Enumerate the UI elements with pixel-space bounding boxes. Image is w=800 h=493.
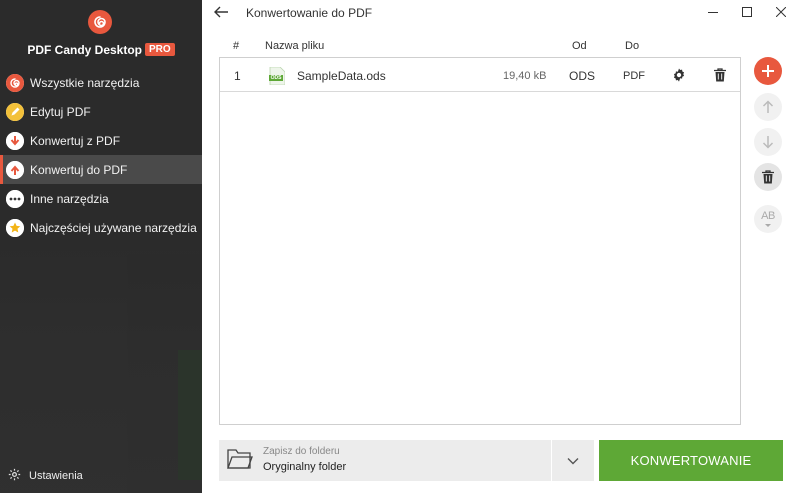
convert-button[interactable]: KONWERTOWANIE [599,440,783,481]
main-panel: Konwertowanie do PDF # Nazwa pliku Od Do… [202,0,800,493]
arrow-down-icon [6,131,24,150]
file-list: 1 ODS SampleData.ods 19,40 kB ODS PDF [219,57,741,425]
ods-file-icon: ODS [269,66,286,86]
sidebar-item-label: Najczęściej używane narzędzia [30,220,197,235]
settings-button[interactable]: Ustawienia [8,468,83,484]
sidebar-item-label: Konwertuj do PDF [30,162,128,177]
arrow-up-icon [6,160,24,179]
sidebar-item-convert-from-pdf[interactable]: Konwertuj z PDF [0,126,202,155]
sidebar-item-label: Inne narzędzia [30,191,109,206]
folder-icon [227,448,253,473]
gear-icon [8,468,21,484]
move-up-button[interactable] [754,93,782,121]
arrow-left-icon [214,6,228,18]
sidebar-item-edit-pdf[interactable]: Edytuj PDF [0,97,202,126]
trash-icon[interactable] [714,68,726,85]
row-number: 1 [234,69,241,83]
output-folder-selector[interactable]: Zapisz do folderu Oryginalny folder [219,440,551,481]
file-format-from: ODS [569,69,596,83]
sidebar-item-label: Wszystkie narzędzia [30,75,140,90]
chevron-down-icon [567,457,579,464]
sidebar-item-label: Konwertuj z PDF [30,133,121,148]
sidebar-item-most-used[interactable]: Najczęściej używane narzędzia [0,213,202,242]
gear-icon[interactable] [672,68,686,85]
output-folder-caption: Zapisz do folderu [263,446,340,457]
titlebar: Konwertowanie do PDF [202,0,800,26]
sidebar-item-other-tools[interactable]: Inne narzędzia [0,184,202,213]
output-folder-dropdown[interactable] [552,440,594,481]
add-icon [762,65,774,77]
sidebar-nav: Wszystkie narzędzia Edytuj PDF Konwertuj… [0,68,202,242]
column-header-filename: Nazwa pliku [265,40,325,52]
sidebar: PDF Candy Desktop PRO Wszystkie narzędzia… [0,0,202,493]
star-icon [6,218,24,237]
rename-icon: AB [761,210,775,222]
table-row[interactable]: 1 ODS SampleData.ods 19,40 kB ODS PDF [220,58,740,92]
caret-icon [765,224,771,227]
dots-icon [6,189,24,208]
spiral-icon [6,73,24,92]
arrow-up-icon [762,100,774,113]
column-header-number: # [233,40,240,52]
close-icon [776,7,786,17]
app-logo-icon [88,10,112,34]
page-title: Konwertowanie do PDF [246,6,373,20]
app-name: PDF Candy Desktop [27,42,142,57]
minimize-icon [708,12,718,13]
trash-icon [762,170,774,184]
settings-label: Ustawienia [29,470,83,482]
pencil-icon [6,102,24,121]
app-title: PDF Candy Desktop PRO [0,42,202,57]
back-button[interactable] [212,4,230,20]
close-button[interactable] [764,0,798,24]
maximize-button[interactable] [730,0,764,24]
column-header-to: Do [625,40,640,52]
pro-badge: PRO [145,43,175,57]
sidebar-background [0,240,202,493]
output-folder-value: Oryginalny folder [263,461,347,473]
file-size: 19,40 kB [503,70,547,82]
move-down-button[interactable] [754,128,782,156]
sidebar-item-all-tools[interactable]: Wszystkie narzędzia [0,68,202,97]
minimize-button[interactable] [696,0,730,24]
sidebar-item-convert-to-pdf[interactable]: Konwertuj do PDF [0,155,202,184]
file-name: SampleData.ods [297,69,386,83]
add-file-button[interactable] [754,57,782,85]
sidebar-item-label: Edytuj PDF [30,104,91,119]
rename-button[interactable]: AB [754,205,782,233]
file-format-to[interactable]: PDF [623,70,645,82]
remove-all-button[interactable] [754,163,782,191]
maximize-icon [742,7,752,17]
ods-file-icon-label: ODS [270,75,282,81]
column-header-from: Od [572,40,587,52]
arrow-down-icon [762,136,774,149]
